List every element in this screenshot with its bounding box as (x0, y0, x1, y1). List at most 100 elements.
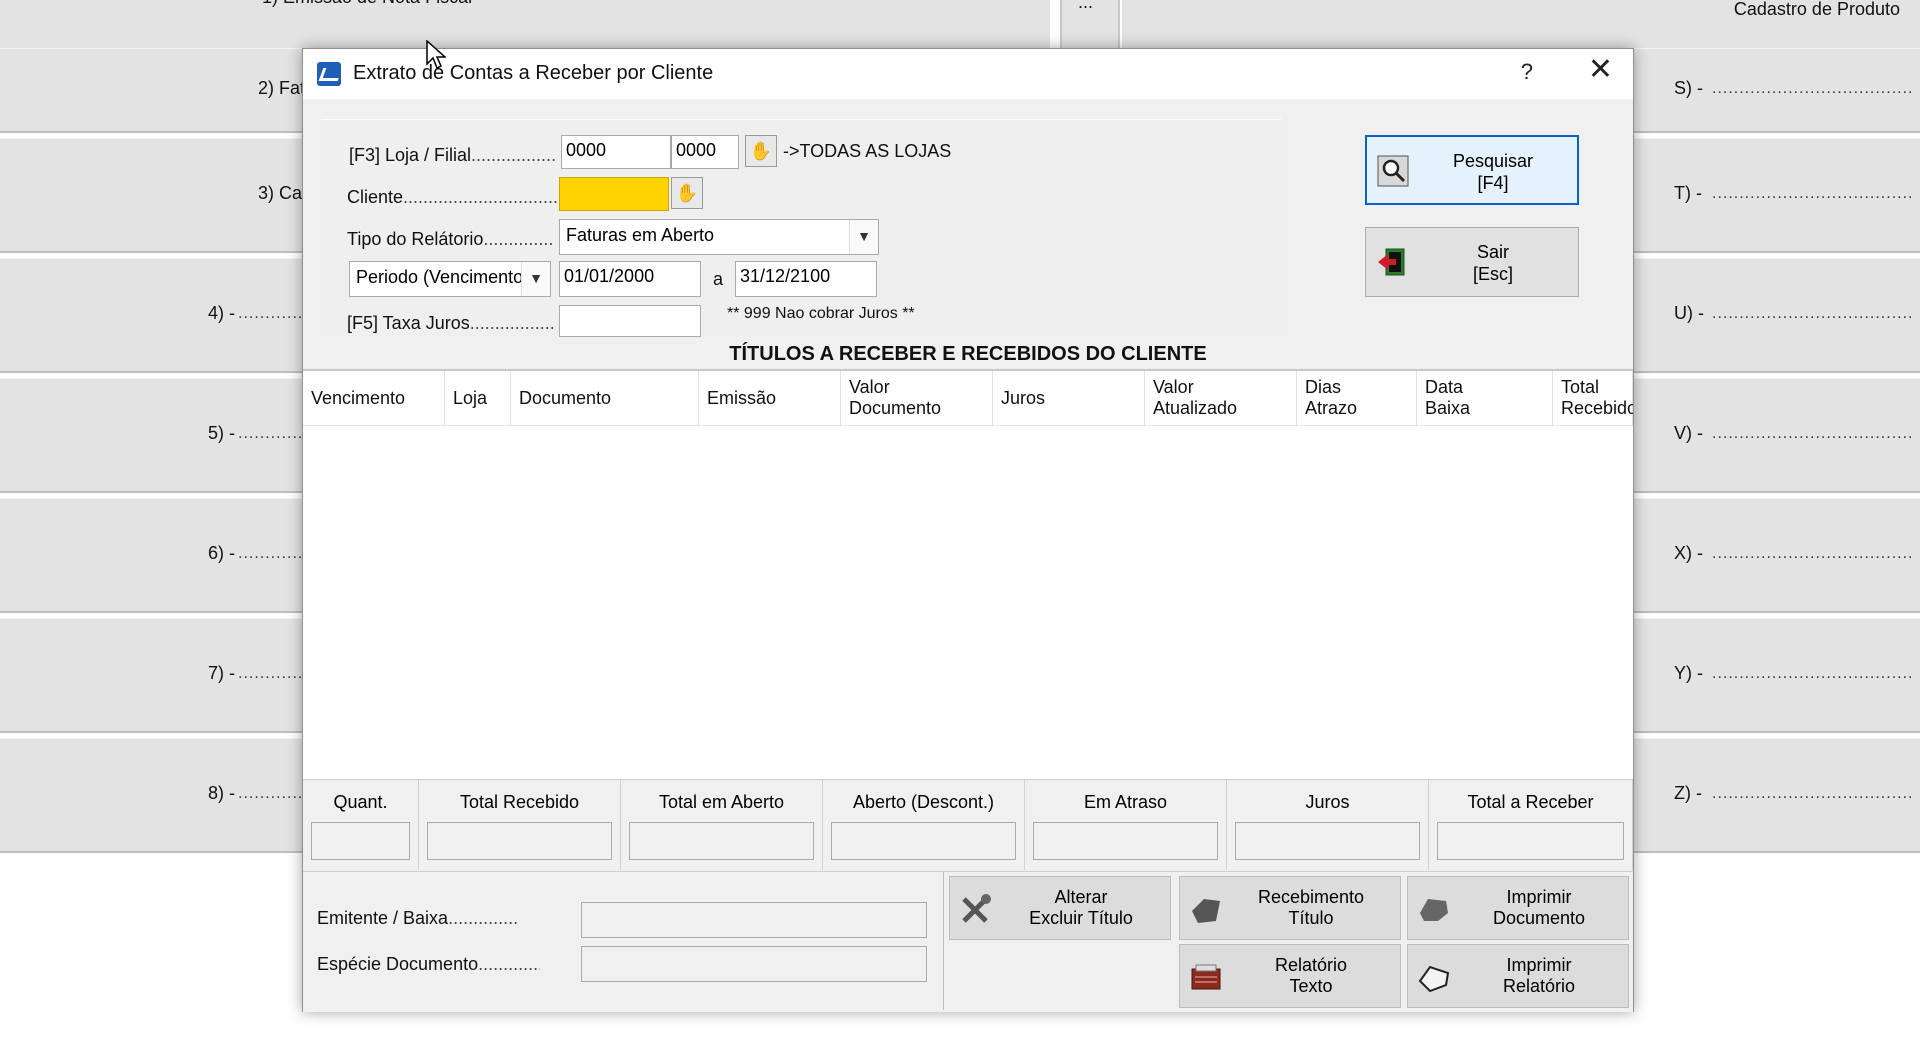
column-header[interactable]: Documento (511, 371, 699, 425)
emitente-field (581, 902, 927, 938)
printer-icon (1418, 965, 1450, 993)
imprimir-relatorio-button[interactable]: Imprimir Relatório (1407, 944, 1629, 1008)
loja-lookup-icon[interactable]: ✋ (745, 135, 777, 167)
recebimento-label: Recebimento Título (1257, 887, 1365, 928)
menu-tile-dots: ........................................… (238, 785, 302, 802)
title-bar: Extrato de Contas a Receber por Cliente … (303, 49, 1633, 99)
menu-tile-dots: ........................................… (1712, 545, 1912, 562)
todas-lojas-text: ->TODAS AS LOJAS (783, 141, 952, 161)
relatorio-texto-label: Relatório Texto (1274, 955, 1348, 996)
total-column: Juros (1227, 780, 1429, 870)
date-to-input[interactable]: 31/12/2100 (735, 261, 877, 297)
column-header[interactable]: Dias Atrazo (1297, 371, 1417, 425)
loja-label: [F3] Loja / Filial......................… (349, 145, 558, 165)
menu-tile-dots: ........................................… (1712, 665, 1912, 682)
titles-grid[interactable]: Vencimento Loja Documento Emissão Valor Docu… (303, 369, 1633, 781)
pesquisar-label: Pesquisar [F4] (1452, 151, 1534, 193)
column-header[interactable]: Valor Documento (841, 371, 993, 425)
menu-tile-1[interactable]: 1) Emissão de Nota Fiscal (0, 0, 1050, 51)
imprimir-doc-label: Imprimir Documento (1492, 887, 1586, 928)
filial-input[interactable]: 0000 (671, 135, 739, 169)
total-column: Total a Receber (1429, 780, 1633, 870)
total-label: Aberto (Descont.) (852, 792, 995, 812)
total-label: Total Recebido (459, 792, 580, 812)
date-from-input[interactable]: 01/01/2000 (559, 261, 701, 297)
imprimir-rel-label: Imprimir Relatório (1502, 955, 1576, 996)
menu-tile-dots: ........................................… (1712, 425, 1912, 442)
grid-header: Vencimento Loja Documento Emissão Valor Docu… (303, 371, 1633, 426)
menu-tile-label: Y) - (1674, 663, 1703, 683)
menu-tile-label: 1) Emissão de Nota Fiscal (262, 0, 472, 8)
imprimir-documento-button[interactable]: Imprimir Documento (1407, 876, 1629, 940)
alterar-label: Alterar Excluir Título (1029, 887, 1133, 928)
chevron-down-icon[interactable]: ▼ (521, 262, 550, 296)
column-header[interactable]: Total Recebido (1553, 371, 1633, 425)
menu-tile-label: 7) - (208, 663, 235, 683)
exit-icon (1378, 248, 1405, 276)
total-column: Aberto (Descont.) (823, 780, 1025, 870)
menu-tile-label: V) - (1674, 423, 1703, 443)
mouse-cursor-icon (426, 40, 446, 70)
menu-tile-label: 8) - (208, 783, 235, 803)
total-column: Total Recebido (419, 780, 621, 870)
menu-tile-produto[interactable]: Cadastro de Produto (1122, 0, 1920, 51)
emitente-label: Emitente / Baixa........................… (317, 908, 519, 928)
menu-tile-label: Cadastro de Produto (1733, 0, 1900, 19)
chevron-down-icon[interactable]: ▼ (849, 220, 878, 254)
tipo-relatorio-value: Faturas em Aberto (566, 225, 715, 245)
column-header[interactable]: Valor Atualizado (1145, 371, 1297, 425)
menu-tile-dots: ........................................… (1712, 80, 1912, 97)
totals-bar: Quant. Total Recebido Total em Aberto Abert… (303, 779, 1633, 870)
total-value-field (831, 822, 1016, 860)
periodo-select[interactable]: Periodo (Vencimento ▼ (349, 261, 551, 297)
menu-tile-label: T) - (1674, 183, 1702, 203)
menu-tile-dots: ........................................… (238, 545, 302, 562)
pesquisar-button[interactable]: Pesquisar [F4] (1365, 135, 1579, 205)
menu-tile-dots: ........................................… (1712, 305, 1912, 322)
menu-tile-dots: ........................................… (238, 665, 302, 682)
relatorio-texto-button[interactable]: Relatório Texto (1179, 944, 1401, 1008)
document-print-icon (1420, 899, 1448, 921)
total-value-field (427, 822, 612, 860)
total-label: Total em Aberto (658, 792, 785, 812)
menu-tile-label: X) - (1674, 543, 1703, 563)
cliente-lookup-icon[interactable]: ✋ (671, 177, 703, 209)
total-label: Quant. (333, 792, 388, 812)
tipo-relatorio-select[interactable]: Faturas em Aberto ▼ (559, 219, 879, 255)
column-header[interactable]: Emissão (699, 371, 841, 425)
menu-tile-dots: ........................................… (1712, 185, 1912, 202)
column-header[interactable]: Juros (993, 371, 1145, 425)
total-label: Juros (1305, 792, 1350, 812)
close-button[interactable]: ✕ (1588, 55, 1613, 85)
cliente-label: Cliente.................................… (347, 187, 559, 207)
menu-tile-dots: ........................................… (238, 305, 302, 322)
alterar-excluir-button[interactable]: Alterar Excluir Título (949, 876, 1171, 940)
column-header[interactable]: Loja (445, 371, 511, 425)
hand-money-icon (1192, 899, 1220, 923)
menu-tile-mid[interactable]: ... (1060, 0, 1120, 48)
app-icon (317, 62, 341, 86)
loja-input[interactable]: 0000 (561, 135, 671, 169)
menu-tile-label: 6) - (208, 543, 235, 563)
section-title: TÍTULOS A RECEBER E RECEBIDOS DO CLIENTE (303, 339, 1633, 369)
column-header[interactable]: Vencimento (303, 371, 445, 425)
especie-field (581, 946, 927, 982)
total-value-field (1235, 822, 1420, 860)
cliente-input[interactable] (559, 177, 669, 211)
recebimento-titulo-button[interactable]: Recebimento Título (1179, 876, 1401, 940)
total-column: Total em Aberto (621, 780, 823, 870)
total-value-field (629, 822, 814, 860)
column-header[interactable]: Data Baixa (1417, 371, 1553, 425)
taxa-juros-input[interactable] (559, 305, 701, 337)
tipo-relatorio-label: Tipo do Relátorio.......................… (347, 229, 554, 249)
extrato-dialog: Extrato de Contas a Receber por Cliente … (302, 48, 1634, 1012)
sair-button[interactable]: Sair [Esc] (1365, 227, 1579, 297)
menu-tile-label: 2) Fat (258, 78, 306, 98)
search-icon (1377, 155, 1409, 187)
total-label: Total a Receber (1467, 792, 1594, 812)
details-panel: Emitente / Baixa........................… (303, 872, 944, 1010)
menu-tile-label: 4) - (208, 303, 235, 323)
periodo-value: Periodo (Vencimento (356, 267, 524, 287)
help-button[interactable]: ? (1521, 59, 1533, 85)
menu-tile-label: S) - (1674, 78, 1703, 98)
